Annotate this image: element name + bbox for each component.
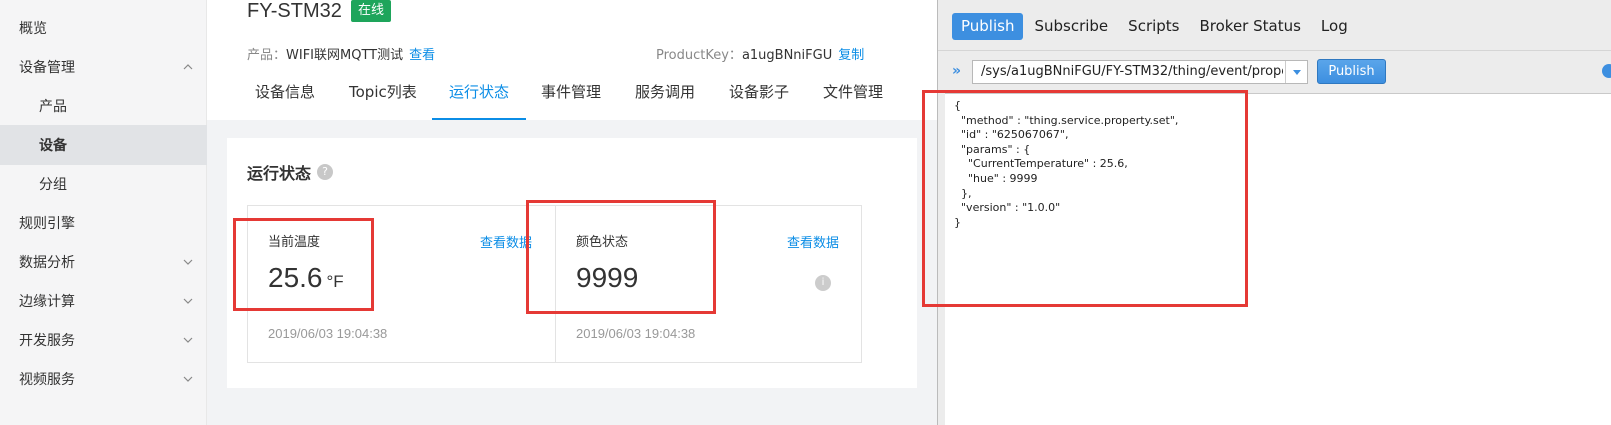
sidebar-item-label: 分组 — [39, 177, 67, 193]
expand-arrow-icon[interactable]: » — [952, 63, 961, 79]
product-label: 产品： — [247, 48, 287, 63]
tab-device-info[interactable]: 设备信息 — [243, 74, 337, 120]
copy-productkey-link[interactable]: 复制 — [838, 48, 864, 63]
main-content: FY-STM32 在线 产品：WIFI联网MQTT测试 查看 ProductKey… — [207, 0, 937, 425]
view-data-link[interactable]: 查看数据 — [480, 232, 532, 251]
sidebar-item-overview[interactable]: 概览 — [0, 8, 207, 48]
productkey-label: ProductKey： — [656, 48, 742, 63]
highlight-box — [233, 218, 374, 311]
mqtt-tabs: Publish Subscribe Scripts Broker Status … — [952, 13, 1359, 40]
sidebar-item-edge-computing[interactable]: 边缘计算 — [0, 281, 207, 321]
tab-broker-status[interactable]: Broker Status — [1191, 13, 1310, 40]
device-title: FY-STM32 — [247, 0, 342, 22]
screen: 概览 设备管理 产品 设备 分组 规则引擎 数据分析 边缘计算 开发服务 视频服… — [0, 0, 1611, 425]
sidebar-item-product[interactable]: 产品 — [0, 86, 207, 126]
publish-button[interactable]: Publish — [1317, 59, 1386, 84]
sidebar-item-label: 产品 — [39, 99, 67, 115]
sidebar-item-label: 数据分析 — [19, 255, 75, 271]
tab-publish[interactable]: Publish — [952, 13, 1024, 40]
view-product-link[interactable]: 查看 — [409, 48, 435, 63]
tab-scripts[interactable]: Scripts — [1119, 13, 1188, 40]
sidebar-item-label: 边缘计算 — [19, 294, 75, 310]
highlight-box — [526, 200, 716, 314]
topic-combobox[interactable]: /sys/a1ugBNniFGU/FY-STM32/thing/event/pr… — [972, 60, 1308, 84]
dropdown-arrow-icon[interactable] — [1285, 61, 1307, 83]
chevron-down-icon — [183, 337, 193, 343]
tab-device-shadow[interactable]: 设备影子 — [714, 74, 808, 120]
sidebar: 概览 设备管理 产品 设备 分组 规则引擎 数据分析 边缘计算 开发服务 视频服… — [0, 0, 207, 425]
product-value: WIFI联网MQTT测试 — [286, 48, 404, 63]
divider — [938, 50, 1611, 51]
device-tabs: 设备信息 Topic列表 运行状态 事件管理 服务调用 设备影子 文件管理 — [243, 74, 902, 120]
status-dot-icon — [1602, 64, 1611, 78]
highlight-box — [922, 90, 1248, 307]
property-timestamp: 2019/06/03 19:04:38 — [576, 326, 696, 341]
sidebar-item-group[interactable]: 分组 — [0, 164, 207, 204]
sidebar-item-label: 概览 — [19, 21, 47, 37]
tab-topic-list[interactable]: Topic列表 — [337, 74, 432, 120]
tab-subscribe[interactable]: Subscribe — [1025, 13, 1117, 40]
chevron-down-icon — [183, 376, 193, 382]
sidebar-item-rule-engine[interactable]: 规则引擎 — [0, 203, 207, 243]
status-badge: 在线 — [351, 0, 392, 22]
sidebar-item-video-services[interactable]: 视频服务 — [0, 359, 207, 399]
tab-runtime-status[interactable]: 运行状态 — [432, 74, 526, 120]
help-icon[interactable]: ? — [317, 164, 333, 180]
chevron-down-icon — [183, 259, 193, 265]
mqtt-client-window: Publish Subscribe Scripts Broker Status … — [922, 0, 1611, 425]
panel-title: 运行状态 — [247, 164, 312, 183]
tab-log[interactable]: Log — [1312, 13, 1357, 40]
property-timestamp: 2019/06/03 19:04:38 — [268, 326, 388, 341]
topic-input[interactable]: /sys/a1ugBNniFGU/FY-STM32/thing/event/pr… — [981, 64, 1283, 79]
sidebar-item-device[interactable]: 设备 — [0, 125, 207, 165]
sidebar-item-dev-services[interactable]: 开发服务 — [0, 320, 207, 360]
sidebar-item-label: 设备 — [39, 138, 67, 154]
chevron-down-icon — [183, 298, 193, 304]
productkey-info: ProductKey：a1ugBNniFGU 复制 — [656, 44, 864, 63]
sidebar-item-label: 规则引擎 — [19, 216, 75, 232]
device-header: FY-STM32 在线 产品：WIFI联网MQTT测试 查看 ProductKey… — [207, 0, 937, 120]
productkey-value: a1ugBNniFGU — [741, 48, 833, 63]
chevron-up-icon — [183, 64, 193, 70]
sidebar-item-device-management[interactable]: 设备管理 — [0, 47, 207, 87]
product-info: 产品：WIFI联网MQTT测试 查看 — [247, 44, 435, 63]
view-data-link[interactable]: 查看数据 — [787, 232, 839, 251]
info-icon: i — [815, 275, 831, 291]
sidebar-item-label: 开发服务 — [19, 333, 75, 349]
tab-event-management[interactable]: 事件管理 — [526, 74, 620, 120]
sidebar-item-label: 设备管理 — [19, 60, 75, 76]
sidebar-item-data-analysis[interactable]: 数据分析 — [0, 242, 207, 282]
sidebar-item-label: 视频服务 — [19, 372, 75, 388]
tab-file-management[interactable]: 文件管理 — [808, 74, 902, 120]
tab-service-call[interactable]: 服务调用 — [620, 74, 714, 120]
